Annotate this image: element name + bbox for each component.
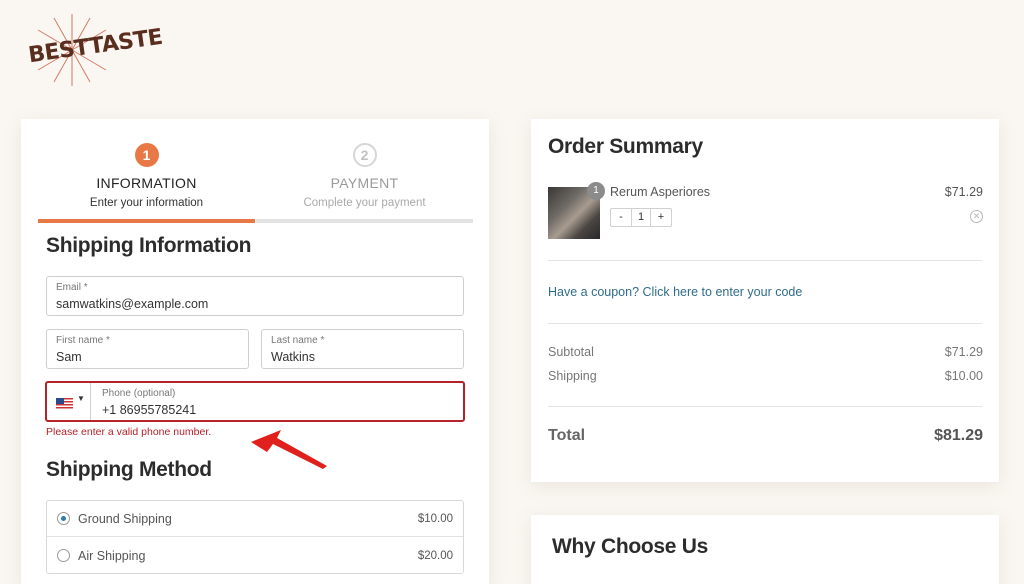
red-arrow-icon	[251, 430, 327, 469]
phone-value: +1 86955785241	[102, 403, 197, 417]
shipping-value: $10.00	[944, 369, 983, 383]
step-number: 2	[352, 143, 377, 167]
radio-selected-icon[interactable]	[57, 512, 70, 525]
divider	[548, 260, 982, 261]
divider	[548, 406, 982, 407]
why-choose-us-heading: Why Choose Us	[552, 535, 708, 558]
first-name-value: Sam	[56, 350, 82, 364]
step-title: INFORMATION	[96, 175, 197, 191]
first-name-field[interactable]: First name * Sam	[46, 329, 249, 369]
step-progress-bar	[38, 219, 255, 223]
shipping-label: Shipping	[548, 369, 597, 383]
step-title: PAYMENT	[330, 175, 399, 191]
coupon-link[interactable]: Have a coupon? Click here to enter your …	[548, 285, 802, 299]
step-subtitle: Enter your information	[89, 197, 204, 209]
remove-item-icon[interactable]: ✕	[970, 210, 983, 223]
last-name-field[interactable]: Last name * Watkins	[261, 329, 464, 369]
phone-error-message: Please enter a valid phone number.	[46, 426, 212, 438]
country-selector[interactable]: ▼	[47, 383, 91, 420]
shipping-option-ground[interactable]: Ground Shipping $10.00	[47, 501, 463, 537]
step-number: 1	[134, 143, 159, 167]
why-choose-us-card: Why Choose Us	[531, 515, 999, 584]
shipping-method-heading: Shipping Method	[46, 458, 212, 481]
product-name: Rerum Asperiores	[610, 185, 711, 199]
phone-label: Phone (optional)	[102, 388, 176, 399]
increment-button[interactable]: +	[651, 209, 671, 226]
checkout-steps: 1 INFORMATION Enter your information 2 P…	[38, 143, 473, 225]
shipping-option-price: $10.00	[417, 513, 453, 525]
phone-field[interactable]: ▼ Phone (optional) +1 86955785241	[45, 381, 465, 422]
quantity-stepper: - 1 +	[610, 208, 672, 227]
shipping-option-air[interactable]: Air Shipping $20.00	[47, 538, 463, 574]
quantity-value[interactable]: 1	[631, 209, 651, 226]
brand-logo[interactable]: BESTTASTE	[22, 12, 164, 88]
email-label: Email *	[56, 282, 88, 293]
decrement-button[interactable]: -	[611, 209, 631, 226]
shipping-option-name: Ground Shipping	[78, 512, 172, 526]
step-payment[interactable]: 2 PAYMENT Complete your payment	[256, 143, 473, 225]
divider	[548, 323, 982, 324]
checkout-form-card: 1 INFORMATION Enter your information 2 P…	[21, 119, 489, 584]
us-flag-icon	[56, 398, 73, 409]
subtotal-value: $71.29	[944, 345, 983, 359]
last-name-label: Last name *	[271, 335, 325, 346]
first-name-label: First name *	[56, 335, 110, 346]
product-price: $71.29	[944, 185, 983, 199]
email-field[interactable]: Email * samwatkins@example.com	[46, 276, 464, 316]
step-subtitle: Complete your payment	[303, 197, 426, 209]
order-summary-card: Order Summary 1 Rerum Asperiores $71.29 …	[531, 119, 999, 482]
total-label: Total	[548, 427, 586, 444]
caret-down-icon: ▼	[77, 394, 85, 403]
radio-unselected-icon[interactable]	[57, 549, 70, 562]
step-progress-bar	[256, 219, 473, 223]
last-name-value: Watkins	[271, 350, 315, 364]
shipping-option-price: $20.00	[417, 550, 453, 562]
step-information[interactable]: 1 INFORMATION Enter your information	[38, 143, 255, 225]
shipping-info-heading: Shipping Information	[46, 234, 252, 257]
quantity-badge: 1	[587, 182, 605, 200]
shipping-option-name: Air Shipping	[78, 549, 146, 563]
total-value: $81.29	[934, 427, 983, 444]
email-value: samwatkins@example.com	[56, 297, 209, 311]
order-summary-heading: Order Summary	[548, 135, 703, 158]
subtotal-label: Subtotal	[548, 345, 594, 359]
shipping-method-options: Ground Shipping $10.00 Air Shipping $20.…	[46, 500, 464, 574]
